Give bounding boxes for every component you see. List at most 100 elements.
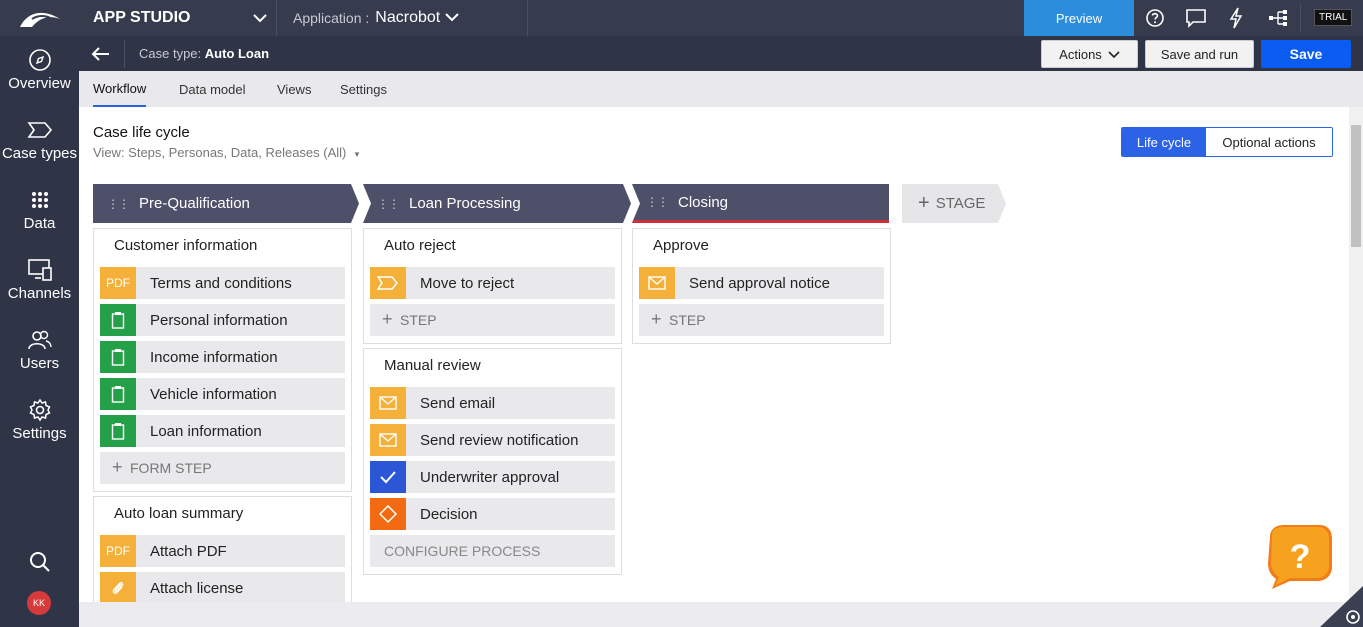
lightning-icon[interactable] xyxy=(1224,6,1248,30)
step-label: Send review notification xyxy=(420,432,579,449)
nav-channels[interactable]: Channels xyxy=(0,258,79,322)
stage-loan-processing[interactable]: ⋮⋮ Loan Processing xyxy=(363,184,631,223)
chat-icon[interactable] xyxy=(1184,6,1208,30)
pega-logo[interactable] xyxy=(0,0,79,36)
stage-label: Closing xyxy=(678,193,729,211)
hierarchy-icon[interactable] xyxy=(1266,6,1290,30)
plus-icon: + xyxy=(651,309,662,329)
avatar[interactable]: KK xyxy=(27,591,51,615)
process-title: Customer information xyxy=(114,237,258,254)
step-send-approval-notice[interactable]: Send approval notice xyxy=(639,267,884,299)
chevron-down-icon xyxy=(444,9,460,28)
stage-pre-qualification[interactable]: ⋮⋮ Pre-Qualification xyxy=(93,184,359,223)
bottom-strip xyxy=(79,602,1363,627)
tab-settings[interactable]: Settings xyxy=(340,71,387,107)
configure-process-label: CONFIGURE PROCESS xyxy=(384,543,541,559)
step-terms-and-conditions[interactable]: PDF Terms and conditions xyxy=(100,267,345,299)
nav-overview[interactable]: Overview xyxy=(0,48,79,112)
view-filter[interactable]: View: Steps, Personas, Data, Releases (A… xyxy=(93,145,361,160)
add-step-button[interactable]: + STEP xyxy=(639,304,884,336)
step-label: Attach PDF xyxy=(150,543,227,560)
step-label: Income information xyxy=(150,349,278,366)
add-step-button[interactable]: + STEP xyxy=(370,304,615,336)
help-icon[interactable] xyxy=(1143,6,1167,30)
drag-handle-icon[interactable]: ⋮⋮ xyxy=(377,197,400,211)
configure-process-button[interactable]: CONFIGURE PROCESS xyxy=(370,535,615,567)
nav-data[interactable]: Data xyxy=(0,188,79,252)
stage-closing[interactable]: ⋮⋮ Closing xyxy=(632,184,889,223)
drag-handle-icon[interactable]: ⋮⋮ xyxy=(646,195,669,209)
process-customer-information[interactable]: Customer information PDF Terms and condi… xyxy=(93,228,352,492)
settings-corner-icon[interactable] xyxy=(1320,586,1363,627)
trial-badge: TRIAL xyxy=(1314,9,1353,26)
checkmark-icon xyxy=(370,461,406,493)
step-loan-information[interactable]: Loan information xyxy=(100,415,345,447)
tab-views[interactable]: Views xyxy=(277,71,311,107)
step-vehicle-information[interactable]: Vehicle information xyxy=(100,378,345,410)
paperclip-icon xyxy=(100,572,136,602)
life-cycle-toggle[interactable]: Life cycle xyxy=(1122,128,1206,156)
step-underwriter-approval[interactable]: Underwriter approval xyxy=(370,461,615,493)
help-bubble-icon[interactable]: ? xyxy=(1262,523,1334,591)
step-income-information[interactable]: Income information xyxy=(100,341,345,373)
step-label: Move to reject xyxy=(420,275,515,292)
view-toggle: Life cycle Optional actions xyxy=(1121,127,1333,157)
workflow-canvas: Case life cycle View: Steps, Personas, D… xyxy=(79,107,1349,602)
nav-users[interactable]: Users xyxy=(0,328,79,392)
plus-icon: + xyxy=(112,457,123,477)
process-manual-review[interactable]: Manual review Send email Send review not… xyxy=(363,348,622,575)
nav-label: Case types xyxy=(1,145,78,162)
preview-button[interactable]: Preview xyxy=(1024,0,1134,36)
scrollbar-thumb[interactable] xyxy=(1351,125,1361,247)
search-icon xyxy=(28,550,52,574)
step-send-email[interactable]: Send email xyxy=(370,387,615,419)
case-type-name: Auto Loan xyxy=(204,46,270,61)
save-and-run-button[interactable]: Save and run xyxy=(1145,40,1254,68)
step-send-review-notification[interactable]: Send review notification xyxy=(370,424,615,456)
step-label: Underwriter approval xyxy=(420,469,560,486)
nav-settings[interactable]: Settings xyxy=(0,398,79,462)
chevron-down-icon xyxy=(1108,49,1120,59)
search-button[interactable] xyxy=(0,550,79,576)
step-decision[interactable]: Decision xyxy=(370,498,615,530)
actions-label: Actions xyxy=(1059,46,1102,62)
process-auto-reject[interactable]: Auto reject Move to reject + STEP xyxy=(363,228,622,344)
caret-down-icon: ▼ xyxy=(353,150,361,159)
application-switcher[interactable]: Application : Nacrobot xyxy=(278,0,528,36)
divider xyxy=(124,40,125,68)
back-arrow-icon[interactable] xyxy=(89,44,111,64)
add-form-step-button[interactable]: + FORM STEP xyxy=(100,452,345,484)
add-stage-button[interactable]: + STAGE xyxy=(902,184,1006,223)
studio-switcher[interactable]: APP STUDIO xyxy=(79,0,277,36)
actions-button[interactable]: Actions xyxy=(1041,40,1138,68)
step-personal-information[interactable]: Personal information xyxy=(100,304,345,336)
step-attach-pdf[interactable]: PDF Attach PDF xyxy=(100,535,345,567)
application-prefix: Application : xyxy=(293,10,370,26)
optional-actions-toggle[interactable]: Optional actions xyxy=(1206,128,1332,156)
process-title: Auto loan summary xyxy=(114,505,244,522)
case-bar: Case type: Auto Loan Actions Save and ru… xyxy=(79,36,1363,71)
tab-workflow[interactable]: Workflow xyxy=(93,71,147,107)
nav-label: Overview xyxy=(8,75,71,92)
step-label: Loan information xyxy=(150,423,262,440)
step-label: Terms and conditions xyxy=(150,275,292,292)
save-button[interactable]: Save xyxy=(1261,40,1351,68)
nav-label: Settings xyxy=(12,425,67,442)
drag-handle-icon[interactable]: ⋮⋮ xyxy=(107,197,130,211)
step-label: Attach license xyxy=(150,580,244,597)
process-auto-loan-summary[interactable]: Auto loan summary PDF Attach PDF Attach … xyxy=(93,496,352,602)
step-label: Send approval notice xyxy=(689,275,830,292)
add-step-label: FORM STEP xyxy=(130,460,212,476)
step-move-to-reject[interactable]: Move to reject xyxy=(370,267,615,299)
process-title: Approve xyxy=(653,237,709,254)
process-approve[interactable]: Approve Send approval notice + STEP xyxy=(632,228,891,344)
stage-label: Loan Processing xyxy=(409,195,521,212)
step-attach-license[interactable]: Attach license xyxy=(100,572,345,602)
clipboard-icon xyxy=(100,378,136,410)
step-label: Personal information xyxy=(150,312,288,329)
left-nav: Overview Case types Data Channels Users … xyxy=(0,36,79,627)
nav-case-types[interactable]: Case types xyxy=(0,118,79,182)
step-label: Decision xyxy=(420,506,478,523)
application-name: Nacrobot xyxy=(375,9,441,26)
tab-data-model[interactable]: Data model xyxy=(179,71,245,107)
